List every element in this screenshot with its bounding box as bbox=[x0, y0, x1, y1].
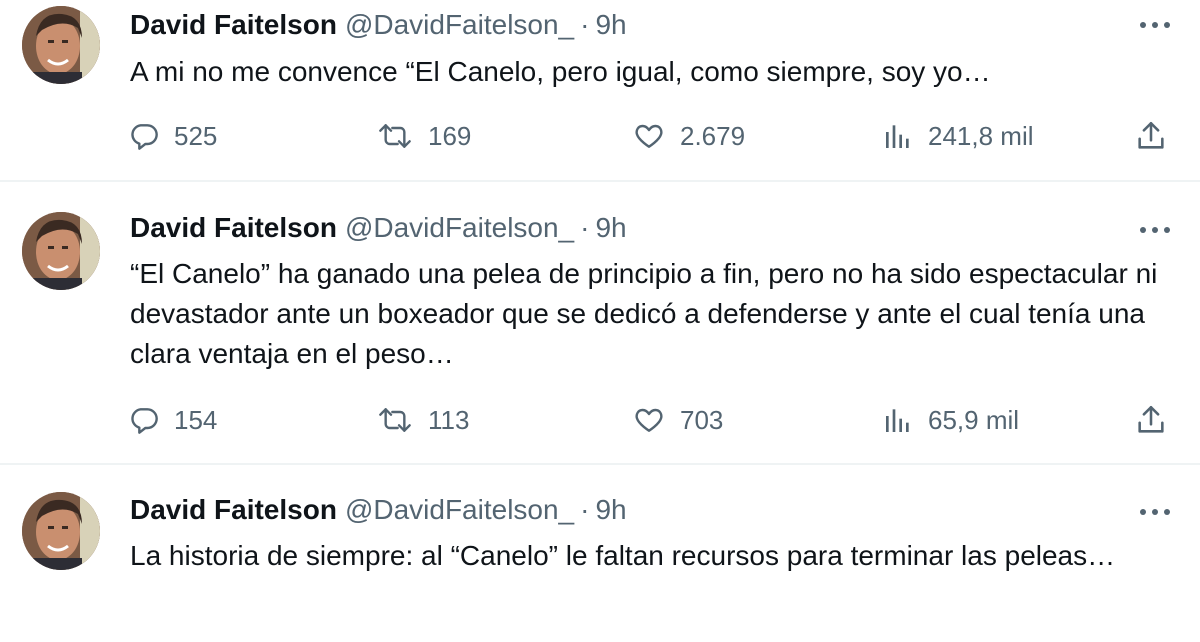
share-icon bbox=[1138, 405, 1164, 433]
views-icon bbox=[886, 409, 909, 432]
views-button[interactable]: 65,9 mil bbox=[882, 400, 1019, 440]
share-button[interactable] bbox=[1134, 400, 1168, 440]
author-name[interactable]: David Faitelson bbox=[130, 8, 337, 42]
views-icon bbox=[886, 125, 909, 148]
tweet-feed: David Faitelson @DavidFaitelson_ · 9h A … bbox=[0, 0, 1200, 642]
separator: · bbox=[580, 212, 590, 243]
tweet-header: David Faitelson @DavidFaitelson_ · 9h bbox=[130, 493, 1140, 527]
tweet-header: David Faitelson @DavidFaitelson_ · 9h bbox=[130, 211, 1140, 245]
avatar-photo bbox=[22, 6, 100, 84]
view-count: 65,9 mil bbox=[928, 404, 1020, 435]
reply-count: 154 bbox=[174, 404, 218, 435]
avatar-photo bbox=[22, 212, 100, 290]
tweet[interactable]: David Faitelson @DavidFaitelson_ · 9h La… bbox=[0, 464, 1200, 642]
avatar[interactable] bbox=[22, 212, 100, 290]
tweet-actions: 525 169 2.679 241,8 mil bbox=[128, 116, 1173, 156]
heart-icon bbox=[635, 408, 663, 432]
view-count: 241,8 mil bbox=[928, 120, 1034, 151]
share-icon bbox=[1138, 121, 1164, 149]
views-button[interactable]: 241,8 mil bbox=[882, 116, 1034, 156]
retweet-count: 113 bbox=[428, 404, 470, 435]
more-icon[interactable] bbox=[1140, 220, 1170, 240]
author-handle[interactable]: @DavidFaitelson_ bbox=[345, 493, 574, 527]
separator: · bbox=[580, 9, 590, 40]
reply-icon bbox=[131, 124, 158, 150]
author-name[interactable]: David Faitelson bbox=[130, 211, 337, 245]
avatar[interactable] bbox=[22, 6, 100, 84]
tweet-text: A mi no me convence “El Canelo, pero igu… bbox=[130, 56, 991, 87]
timestamp[interactable]: 9h bbox=[595, 493, 626, 527]
heart-icon bbox=[635, 124, 663, 148]
like-count: 703 bbox=[680, 404, 724, 435]
tweet-actions: 154 113 703 65,9 mil bbox=[128, 400, 1173, 440]
more-icon[interactable] bbox=[1140, 15, 1170, 35]
like-count: 2.679 bbox=[680, 120, 746, 151]
more-icon[interactable] bbox=[1140, 502, 1170, 522]
reply-icon bbox=[131, 408, 158, 434]
like-button[interactable]: 703 bbox=[632, 400, 723, 440]
like-button[interactable]: 2.679 bbox=[632, 116, 745, 156]
timestamp[interactable]: 9h bbox=[595, 8, 626, 42]
avatar-photo bbox=[22, 492, 100, 570]
author-handle[interactable]: @DavidFaitelson_ bbox=[345, 211, 574, 245]
retweet-count: 169 bbox=[428, 120, 472, 151]
reply-button[interactable]: 154 bbox=[128, 400, 217, 440]
tweet-text: “El Canelo” ha ganado una pelea de princ… bbox=[130, 258, 1158, 369]
tweet[interactable]: David Faitelson @DavidFaitelson_ · 9h “E… bbox=[0, 182, 1200, 464]
timestamp[interactable]: 9h bbox=[595, 211, 626, 245]
retweet-button[interactable]: 113 bbox=[376, 400, 469, 440]
tweet-header: David Faitelson @DavidFaitelson_ · 9h bbox=[130, 8, 1140, 42]
retweet-icon bbox=[379, 124, 411, 148]
reply-button[interactable]: 525 bbox=[128, 116, 217, 156]
separator: · bbox=[580, 494, 590, 525]
author-name[interactable]: David Faitelson bbox=[130, 493, 337, 527]
retweet-icon bbox=[379, 408, 411, 432]
tweet[interactable]: David Faitelson @DavidFaitelson_ · 9h A … bbox=[0, 0, 1200, 182]
author-handle[interactable]: @DavidFaitelson_ bbox=[345, 8, 574, 42]
retweet-button[interactable]: 169 bbox=[376, 116, 471, 156]
reply-count: 525 bbox=[174, 120, 218, 151]
tweet-text: La historia de siempre: al “Canelo” le f… bbox=[130, 540, 1116, 571]
avatar[interactable] bbox=[22, 492, 100, 570]
share-button[interactable] bbox=[1134, 116, 1168, 156]
